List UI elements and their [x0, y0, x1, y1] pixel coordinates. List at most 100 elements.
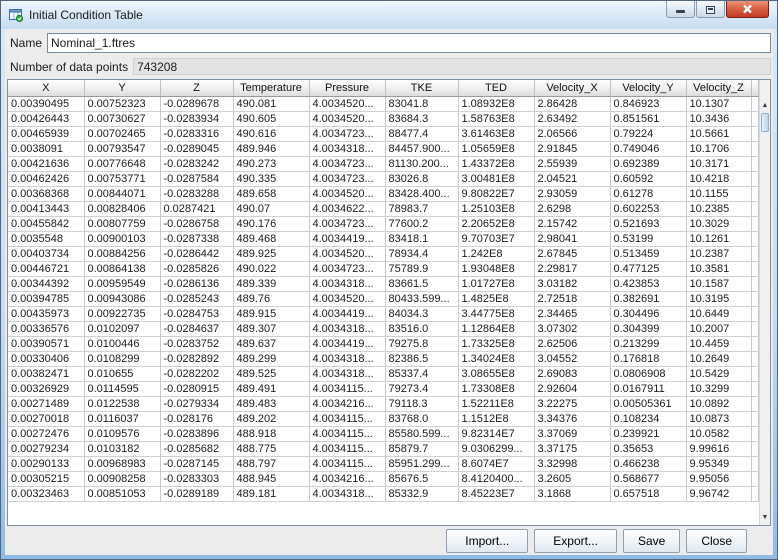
- table-cell[interactable]: 9.82314E7: [458, 426, 535, 442]
- table-cell[interactable]: 0.00446721: [8, 261, 85, 277]
- table-cell[interactable]: 2.15742: [534, 216, 611, 232]
- table-cell[interactable]: 0.239921: [610, 426, 687, 442]
- column-header-z[interactable]: Z: [160, 80, 234, 97]
- table-cell[interactable]: 4.0034318...: [309, 486, 386, 502]
- table-cell[interactable]: 3.32998: [534, 456, 611, 472]
- column-header-velocity_z[interactable]: Velocity_Z: [686, 80, 752, 97]
- table-cell[interactable]: 3.44775E8: [458, 306, 535, 322]
- table-cell[interactable]: 1.12864E8: [458, 321, 535, 337]
- table-cell[interactable]: 0.79224: [610, 126, 687, 142]
- column-header-velocity_y[interactable]: Velocity_Y: [610, 80, 687, 97]
- table-row[interactable]: 0.00390495 0.00752323 -0.0289678 490.081 4.0…: [8, 96, 759, 112]
- table-cell[interactable]: 4.0034520...: [309, 186, 386, 202]
- table-cell[interactable]: 0.00753771: [84, 171, 161, 187]
- table-cell[interactable]: 4.0034318...: [309, 321, 386, 337]
- table-cell[interactable]: 0.00776648: [84, 156, 161, 172]
- table-cell[interactable]: 81130.200...: [385, 156, 459, 172]
- column-header-temperature[interactable]: Temperature: [233, 80, 310, 97]
- table-cell[interactable]: 3.08655E8: [458, 366, 535, 382]
- table-cell[interactable]: 2.67845: [534, 246, 611, 262]
- table-cell[interactable]: 79118.3: [385, 396, 459, 412]
- table-cell[interactable]: 85951.299...: [385, 456, 459, 472]
- table-cell[interactable]: 0.00943086: [84, 291, 161, 307]
- table-cell[interactable]: -0.0283934: [160, 111, 234, 127]
- table-cell[interactable]: 2.91845: [534, 141, 611, 157]
- table-cell[interactable]: 10.3029: [686, 216, 752, 232]
- table-cell[interactable]: 0.176818: [610, 351, 687, 367]
- table-cell[interactable]: -0.0285243: [160, 291, 234, 307]
- table-cell[interactable]: 0.00279234: [8, 441, 85, 457]
- table-cell[interactable]: 1.242E8: [458, 246, 535, 262]
- table-cell[interactable]: 0.00330406: [8, 351, 85, 367]
- table-cell[interactable]: 10.5429: [686, 366, 752, 382]
- table-cell[interactable]: 490.335: [233, 171, 310, 187]
- table-cell[interactable]: 79273.4: [385, 381, 459, 397]
- table-cell[interactable]: 0.00390495: [8, 96, 85, 112]
- table-cell[interactable]: -0.0285826: [160, 261, 234, 277]
- table-cell[interactable]: 490.616: [233, 126, 310, 142]
- table-cell[interactable]: 4.0034115...: [309, 411, 386, 427]
- table-cell[interactable]: 0.692389: [610, 156, 687, 172]
- table-cell[interactable]: 85676.5: [385, 471, 459, 487]
- scrollbar-track[interactable]: [760, 132, 770, 509]
- table-row[interactable]: 0.00455842 0.00807759 -0.0286758 490.176 4.0…: [8, 216, 759, 232]
- table-cell[interactable]: 2.55939: [534, 156, 611, 172]
- table-cell[interactable]: 4.0034318...: [309, 276, 386, 292]
- table-cell[interactable]: -0.0282892: [160, 351, 234, 367]
- table-cell[interactable]: 4.0034115...: [309, 426, 386, 442]
- table-cell[interactable]: 0.568677: [610, 471, 687, 487]
- table-cell[interactable]: 4.0034520...: [309, 111, 386, 127]
- table-cell[interactable]: 83684.3: [385, 111, 459, 127]
- table-cell[interactable]: 0.0100446: [84, 336, 161, 352]
- table-cell[interactable]: 3.07302: [534, 321, 611, 337]
- table-cell[interactable]: 4.0034723...: [309, 126, 386, 142]
- table-cell[interactable]: 0.00368368: [8, 186, 85, 202]
- table-row[interactable]: 0.00336576 0.0102097 -0.0284637 489.307 4.00…: [8, 321, 759, 337]
- table-cell[interactable]: 10.3299: [686, 381, 752, 397]
- table-row[interactable]: 0.00368368 0.00844071 -0.0283288 489.658 4.0…: [8, 186, 759, 202]
- column-header-x[interactable]: X: [8, 80, 85, 97]
- table-row[interactable]: 0.00290133 0.00968983 -0.0287145 488.797 4.0…: [8, 456, 759, 472]
- table-cell[interactable]: 3.22275: [534, 396, 611, 412]
- table-cell[interactable]: 83026.8: [385, 171, 459, 187]
- table-cell[interactable]: 0.00271489: [8, 396, 85, 412]
- table-cell[interactable]: 4.0034520...: [309, 291, 386, 307]
- table-cell[interactable]: 1.4825E8: [458, 291, 535, 307]
- table-cell[interactable]: 0.00844071: [84, 186, 161, 202]
- column-header-velocity_x[interactable]: Velocity_X: [534, 80, 611, 97]
- table-cell[interactable]: 489.925: [233, 246, 310, 262]
- table-cell[interactable]: 10.0582: [686, 426, 752, 442]
- table-cell[interactable]: -0.0284637: [160, 321, 234, 337]
- table-cell[interactable]: 0.602253: [610, 201, 687, 217]
- titlebar[interactable]: Initial Condition Table: [1, 1, 777, 29]
- table-cell[interactable]: 9.80822E7: [458, 186, 535, 202]
- table-cell[interactable]: 0.513459: [610, 246, 687, 262]
- table-row[interactable]: 0.00272476 0.0109576 -0.0283896 488.918 4.00…: [8, 426, 759, 442]
- table-cell[interactable]: 3.37069: [534, 426, 611, 442]
- table-row[interactable]: 0.0038091 0.00793547 -0.0289045 489.946 4.00…: [8, 141, 759, 157]
- table-cell[interactable]: 2.20652E8: [458, 216, 535, 232]
- table-cell[interactable]: 0.010655: [84, 366, 161, 382]
- maximize-button[interactable]: [696, 1, 725, 18]
- table-cell[interactable]: 10.3171: [686, 156, 752, 172]
- table-cell[interactable]: 83041.8: [385, 96, 459, 112]
- table-cell[interactable]: 78983.7: [385, 201, 459, 217]
- table-cell[interactable]: 0.00730627: [84, 111, 161, 127]
- table-cell[interactable]: 0.0035548: [8, 231, 85, 247]
- table-cell[interactable]: 489.468: [233, 231, 310, 247]
- table-cell[interactable]: 83516.0: [385, 321, 459, 337]
- table-cell[interactable]: -0.028176: [160, 411, 234, 427]
- table-cell[interactable]: 2.62506: [534, 336, 611, 352]
- table-cell[interactable]: 0.00884256: [84, 246, 161, 262]
- table-cell[interactable]: 4.0034520...: [309, 96, 386, 112]
- table-cell[interactable]: 489.483: [233, 396, 310, 412]
- scroll-up-button[interactable]: ▲: [760, 97, 770, 113]
- table-cell[interactable]: 2.72518: [534, 291, 611, 307]
- table-row[interactable]: 0.00344392 0.00959549 -0.0286136 489.339 4.0…: [8, 276, 759, 292]
- table-cell[interactable]: 0.00290133: [8, 456, 85, 472]
- minimize-button[interactable]: [666, 1, 695, 18]
- table-cell[interactable]: 4.0034723...: [309, 261, 386, 277]
- table-cell[interactable]: -0.0283896: [160, 426, 234, 442]
- table-cell[interactable]: 9.95056: [686, 471, 752, 487]
- table-cell[interactable]: 4.0034723...: [309, 156, 386, 172]
